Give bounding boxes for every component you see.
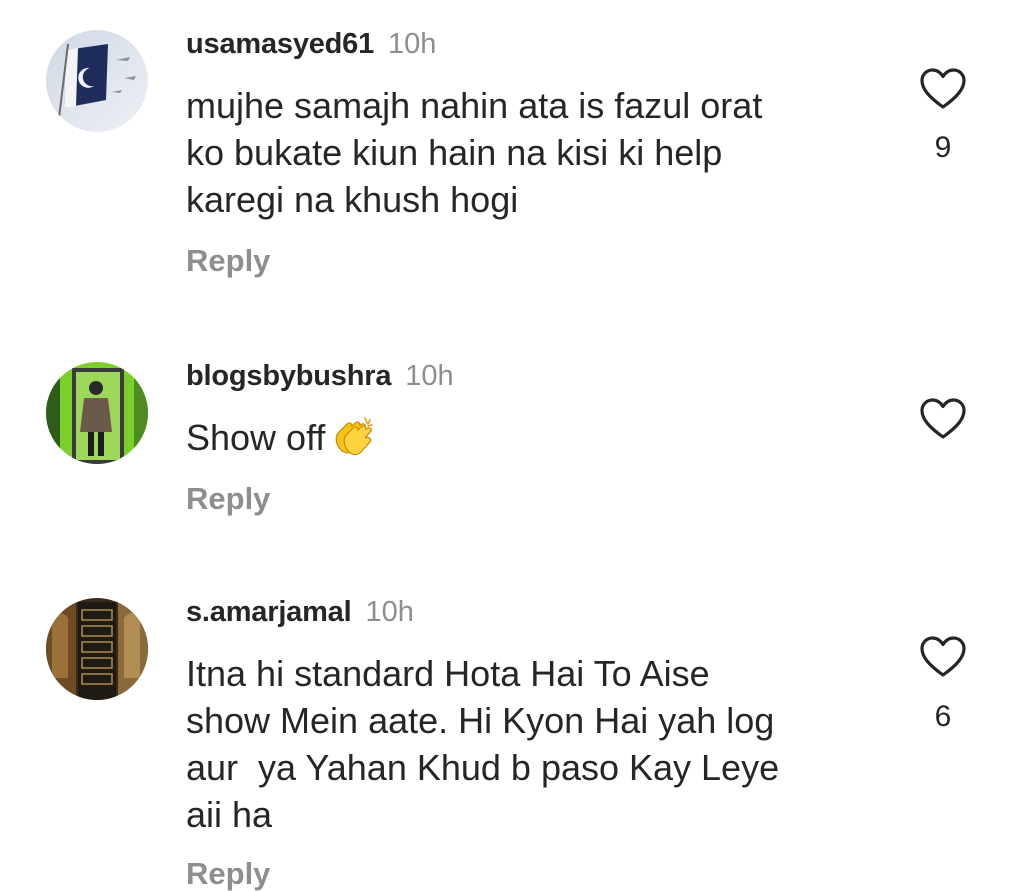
comment-text-line: Show off [186, 417, 326, 458]
timestamp: 10h [365, 596, 414, 628]
clapping-hands-emoji [336, 417, 374, 456]
timestamp: 10h [388, 28, 437, 60]
avatar[interactable] [46, 598, 148, 700]
like-count: 9 [934, 131, 952, 164]
comment-text: Show off [186, 414, 375, 461]
comment-header: blogsbybushra 10h [186, 362, 454, 391]
comment-header: s.amarjamal 10h [186, 598, 414, 627]
comment-text-line: ko bukate kiun hain na kisi ki help [186, 132, 723, 173]
flag-avatar-icon [46, 30, 148, 132]
avatar[interactable] [46, 362, 148, 464]
comment-text: mujhe samajh nahin ata is fazul orat ko … [186, 82, 762, 223]
username[interactable]: usamasyed61 [186, 28, 374, 60]
comment-text-line: karegi na khush hogi [186, 179, 519, 220]
heart-icon[interactable] [919, 397, 967, 441]
reply-button[interactable]: Reply [186, 483, 270, 514]
username[interactable]: blogsbybushra [186, 360, 391, 392]
heart-icon[interactable] [919, 67, 967, 111]
heart-icon[interactable] [919, 635, 967, 679]
comment-header: usamasyed61 10h [186, 30, 436, 59]
like-count: 6 [934, 700, 952, 733]
comment-text-line: mujhe samajh nahin ata is fazul orat [186, 85, 763, 126]
timestamp: 10h [405, 360, 454, 392]
comment-text: Itna hi standard Hota Hai To Aise show M… [186, 650, 779, 838]
door-photo-avatar-icon [46, 598, 148, 700]
comment-text-line: aii ha [186, 794, 273, 835]
comment-text-line: show Mein aate. Hi Kyon Hai yah log [186, 700, 775, 741]
reply-button[interactable]: Reply [186, 858, 270, 889]
username[interactable]: s.amarjamal [186, 596, 352, 628]
avatar[interactable] [46, 30, 148, 132]
person-photo-avatar-icon [46, 362, 148, 464]
reply-button[interactable]: Reply [186, 245, 270, 276]
comment-text-line: aur ya Yahan Khud b paso Kay Leye [186, 747, 780, 788]
comment-text-line: Itna hi standard Hota Hai To Aise [186, 653, 710, 694]
